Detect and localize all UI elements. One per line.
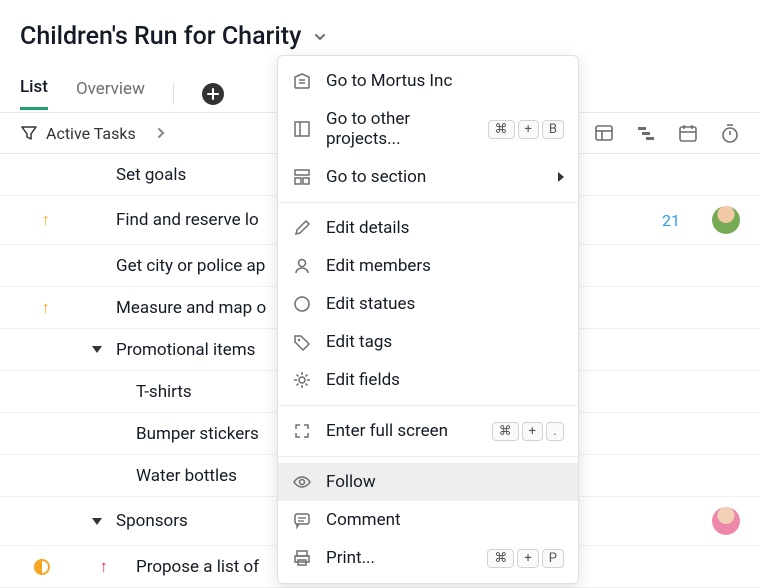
- layout-icon[interactable]: [594, 123, 614, 143]
- chevron-down-icon[interactable]: [313, 30, 327, 44]
- task-indicator: ↑: [20, 210, 60, 230]
- tab-overview[interactable]: Overview: [76, 79, 145, 109]
- menu-label: Go to other projects...: [326, 109, 474, 149]
- task-extra: [60, 346, 108, 353]
- project-context-menu: Go to Mortus Inc Go to other projects...…: [277, 55, 579, 584]
- print-icon: [292, 548, 312, 568]
- filter-icon: [20, 124, 38, 142]
- pencil-icon: [292, 218, 312, 238]
- priority-up-icon: ↑: [42, 298, 51, 318]
- collapse-icon[interactable]: [92, 518, 102, 525]
- task-extra: [60, 518, 108, 525]
- divider: [173, 83, 174, 105]
- priority-up-icon: ↑: [42, 210, 51, 230]
- filter-control[interactable]: Active Tasks: [20, 124, 166, 143]
- task-indicator: ↑: [20, 298, 60, 318]
- timer-icon[interactable]: [720, 123, 740, 143]
- circle-icon: [292, 294, 312, 314]
- menu-edit-fields[interactable]: Edit fields: [278, 361, 578, 399]
- menu-label: Edit tags: [326, 332, 564, 352]
- menu-label: Edit details: [326, 218, 564, 238]
- menu-edit-members[interactable]: Edit members: [278, 247, 578, 285]
- menu-other-projects[interactable]: Go to other projects... ⌘+B: [278, 100, 578, 158]
- menu-label: Comment: [326, 510, 564, 530]
- menu-label: Go to Mortus Inc: [326, 71, 564, 91]
- collapse-icon[interactable]: [92, 346, 102, 353]
- shortcut: ⌘+.: [492, 422, 564, 441]
- menu-edit-tags[interactable]: Edit tags: [278, 323, 578, 361]
- avatar[interactable]: [712, 206, 740, 234]
- tab-list[interactable]: List: [20, 77, 48, 110]
- menu-label: Enter full screen: [326, 421, 478, 441]
- menu-label: Edit statues: [326, 294, 564, 314]
- projects-icon: [292, 119, 312, 139]
- menu-go-org[interactable]: Go to Mortus Inc: [278, 62, 578, 100]
- filter-label: Active Tasks: [46, 124, 136, 143]
- shortcut: ⌘+B: [488, 120, 565, 139]
- task-extra: ↑: [60, 557, 108, 577]
- task-date[interactable]: 21: [662, 211, 700, 230]
- eye-icon: [292, 472, 312, 492]
- menu-label: Edit fields: [326, 370, 564, 390]
- fullscreen-icon: [292, 421, 312, 441]
- comment-icon: [292, 510, 312, 530]
- progress-half-icon: [34, 559, 50, 575]
- menu-separator: [278, 456, 578, 457]
- menu-edit-statuses[interactable]: Edit statues: [278, 285, 578, 323]
- menu-edit-details[interactable]: Edit details: [278, 209, 578, 247]
- person-icon: [292, 256, 312, 276]
- priority-up-icon: ↑: [100, 557, 109, 577]
- menu-label: Edit members: [326, 256, 564, 276]
- menu-print[interactable]: Print... ⌘+P: [278, 539, 578, 577]
- task-indicator: [20, 559, 60, 575]
- menu-go-section[interactable]: Go to section: [278, 158, 578, 196]
- gear-icon: [292, 370, 312, 390]
- tag-icon: [292, 332, 312, 352]
- gantt-icon[interactable]: [636, 123, 656, 143]
- add-tab-button[interactable]: [202, 83, 224, 105]
- menu-fullscreen[interactable]: Enter full screen ⌘+.: [278, 412, 578, 450]
- submenu-arrow-icon: [558, 172, 564, 182]
- shortcut: ⌘+P: [487, 549, 564, 568]
- menu-separator: [278, 405, 578, 406]
- calendar-icon[interactable]: [678, 123, 698, 143]
- menu-label: Go to section: [326, 167, 544, 187]
- menu-comment[interactable]: Comment: [278, 501, 578, 539]
- menu-follow[interactable]: Follow: [278, 463, 578, 501]
- building-icon: [292, 71, 312, 91]
- menu-label: Follow: [326, 472, 564, 492]
- avatar[interactable]: [712, 507, 740, 535]
- chevron-right-icon: [156, 126, 166, 140]
- section-icon: [292, 167, 312, 187]
- project-title[interactable]: Children's Run for Charity: [20, 22, 301, 51]
- menu-label: Print...: [326, 548, 473, 568]
- menu-separator: [278, 202, 578, 203]
